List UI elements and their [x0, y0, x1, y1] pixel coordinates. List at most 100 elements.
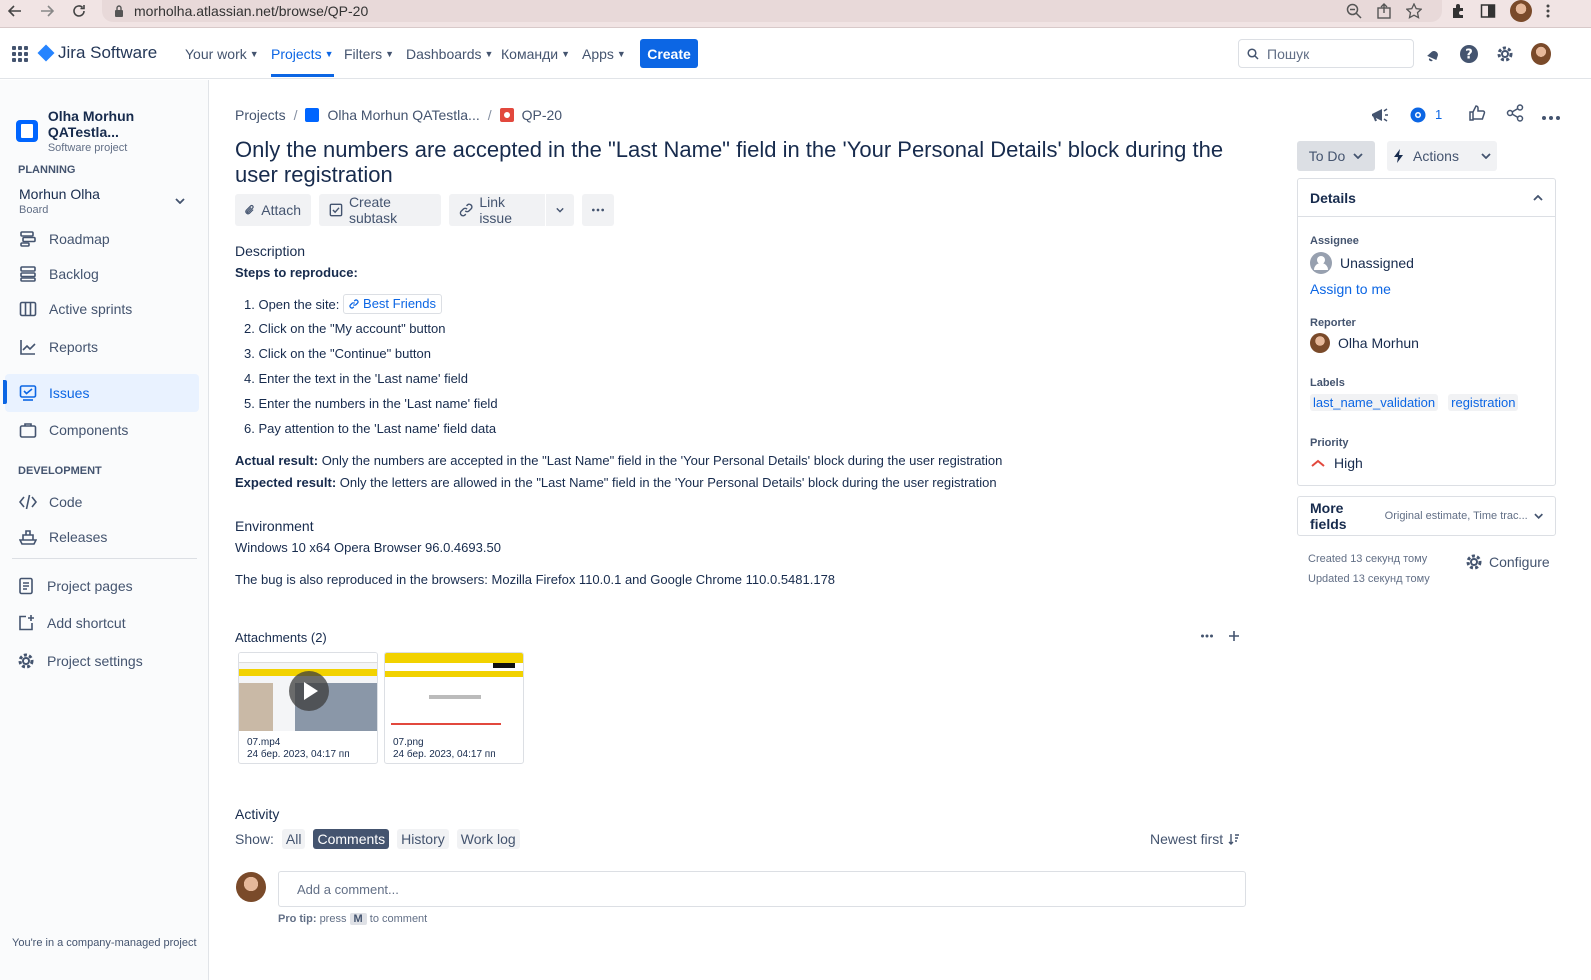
- create-subtask-button[interactable]: Create subtask: [319, 194, 441, 226]
- forward-icon[interactable]: [34, 0, 60, 22]
- svg-text:?: ?: [1465, 48, 1473, 63]
- notifications-icon[interactable]: [1424, 44, 1444, 64]
- chevron-down-icon: [1481, 153, 1491, 159]
- nav-apps[interactable]: Apps ▼: [582, 46, 626, 62]
- comment-input[interactable]: Add a comment...: [278, 871, 1246, 907]
- more-fields-panel[interactable]: More fields Original estimate, Time trac…: [1297, 496, 1556, 536]
- breadcrumb-project[interactable]: Olha Morhun QATestla...: [327, 107, 479, 123]
- breadcrumb-projects[interactable]: Projects: [235, 107, 286, 123]
- link-issue-button[interactable]: Link issue: [449, 194, 545, 226]
- extensions-icon[interactable]: [1450, 3, 1466, 19]
- attach-button[interactable]: Attach: [235, 194, 311, 226]
- nav-teams[interactable]: Команди ▼: [501, 46, 570, 62]
- keyboard-key: M: [349, 913, 367, 925]
- reporter-value: Olha Morhun: [1338, 335, 1419, 351]
- sidebar-item-label: Backlog: [49, 266, 99, 282]
- assign-to-me-link[interactable]: Assign to me: [1310, 281, 1391, 297]
- zoom-icon[interactable]: [1346, 3, 1362, 19]
- releases-ship-icon: [19, 530, 37, 545]
- sidebar-item-project-pages[interactable]: Project pages: [5, 568, 199, 604]
- updated-timestamp: Updated 13 секунд тому: [1308, 573, 1430, 585]
- unassigned-avatar-icon: [1310, 252, 1332, 274]
- share-page-icon[interactable]: [1376, 3, 1392, 19]
- actions-dropdown[interactable]: Actions: [1387, 141, 1497, 171]
- search-input[interactable]: Пошук: [1238, 39, 1414, 68]
- back-icon[interactable]: [2, 0, 28, 22]
- project-header[interactable]: Olha Morhun QATestla... Software project: [16, 108, 208, 154]
- priority-field[interactable]: High: [1310, 455, 1363, 471]
- attachments-more-icon[interactable]: [1201, 629, 1213, 646]
- jira-logo[interactable]: Jira Software: [37, 43, 157, 63]
- tab-work-log[interactable]: Work log: [456, 829, 520, 849]
- feedback-megaphone-icon[interactable]: [1369, 105, 1391, 125]
- watch-button[interactable]: 1: [1409, 107, 1442, 123]
- assignee-field[interactable]: Unassigned: [1310, 252, 1414, 274]
- attachment-card[interactable]: 07.png 24 бер. 2023, 04:17 пп: [384, 652, 524, 764]
- tab-comments[interactable]: Comments: [313, 829, 390, 849]
- lightning-icon: [1394, 149, 1404, 163]
- sidebar-item-releases[interactable]: Releases: [5, 519, 199, 555]
- status-dropdown[interactable]: To Do: [1297, 141, 1375, 171]
- video-thumbnail: [239, 653, 377, 731]
- protip-label: Pro tip:: [278, 913, 317, 925]
- sidebar-item-backlog[interactable]: Backlog: [5, 256, 199, 292]
- more-fields-hint: Original estimate, Time trac...: [1384, 510, 1528, 522]
- sidebar-item-roadmap[interactable]: Roadmap: [5, 221, 199, 257]
- create-button[interactable]: Create: [640, 39, 698, 68]
- tab-all[interactable]: All: [281, 829, 306, 849]
- label-chip[interactable]: last_name_validation: [1310, 394, 1439, 411]
- configure-button[interactable]: Configure: [1465, 553, 1550, 571]
- browser-menu-icon[interactable]: [1546, 3, 1550, 19]
- label-chip[interactable]: registration: [1448, 394, 1519, 411]
- attachment-name: 07.mp4: [247, 737, 281, 748]
- sort-order-button[interactable]: Newest first: [1150, 831, 1240, 847]
- sidebar-item-active-sprints[interactable]: Active sprints: [5, 291, 199, 327]
- more-actions-button[interactable]: [582, 194, 614, 226]
- user-avatar[interactable]: [1531, 43, 1551, 65]
- breadcrumb-issue-key[interactable]: QP-20: [522, 107, 562, 123]
- chevron-down-icon: ▼: [484, 49, 494, 59]
- more-horizontal-icon[interactable]: [1542, 107, 1561, 123]
- share-icon[interactable]: [1506, 104, 1524, 125]
- settings-gear-icon[interactable]: [1495, 44, 1515, 64]
- sidebar-item-code[interactable]: Code: [5, 484, 199, 520]
- list-item: 6. Pay attention to the 'Last name' fiel…: [244, 421, 497, 436]
- sort-label: Newest first: [1150, 831, 1224, 847]
- nav-filters[interactable]: Filters ▼: [344, 46, 394, 62]
- nav-projects[interactable]: Projects ▼: [271, 46, 334, 77]
- best-friends-link[interactable]: Best Friends: [343, 294, 443, 314]
- board-selector[interactable]: Morhun Olha Board: [5, 182, 197, 224]
- nav-your-work[interactable]: Your work ▼: [185, 46, 259, 62]
- tab-history[interactable]: History: [397, 829, 449, 849]
- chevron-down-icon: ▼: [616, 49, 626, 59]
- breadcrumb-separator: /: [487, 107, 492, 123]
- thumbs-up-icon[interactable]: [1468, 104, 1486, 125]
- labels-field[interactable]: last_name_validation registration: [1310, 394, 1519, 411]
- sidebar-item-components[interactable]: Components: [5, 412, 199, 448]
- attachment-card[interactable]: 07.mp4 24 бер. 2023, 04:17 пп: [238, 652, 378, 764]
- add-attachment-icon[interactable]: [1228, 629, 1240, 645]
- help-icon[interactable]: ?: [1459, 44, 1479, 64]
- link-issue-dropdown[interactable]: [546, 194, 574, 226]
- reload-icon[interactable]: [66, 0, 92, 22]
- side-panel-icon[interactable]: [1480, 3, 1496, 19]
- create-subtask-label: Create subtask: [348, 194, 398, 226]
- details-header[interactable]: Details: [1298, 179, 1555, 217]
- sidebar-item-project-settings[interactable]: Project settings: [5, 643, 199, 679]
- sidebar-item-label: Project pages: [47, 578, 133, 594]
- sidebar-item-issues[interactable]: Issues: [3, 374, 199, 412]
- reporter-field[interactable]: Olha Morhun: [1310, 333, 1419, 353]
- app-switcher-icon[interactable]: [12, 46, 28, 62]
- sidebar-item-add-shortcut[interactable]: Add shortcut: [5, 605, 199, 641]
- attachments-heading: Attachments (2): [235, 630, 327, 645]
- issue-title[interactable]: Only the numbers are accepted in the "La…: [235, 137, 1255, 187]
- link-label: Best Friends: [363, 296, 437, 311]
- sidebar-item-reports[interactable]: Reports: [5, 329, 199, 365]
- nav-dashboards[interactable]: Dashboards ▼: [406, 46, 493, 62]
- address-bar[interactable]: morholha.atlassian.net/browse/QP-20: [102, 0, 1442, 22]
- browser-profile-avatar[interactable]: [1510, 0, 1532, 22]
- details-panel: Details Assignee Unassigned Assign to me…: [1297, 178, 1556, 486]
- priority-label: Priority: [1310, 437, 1349, 449]
- link-icon: [349, 299, 359, 309]
- bookmark-star-icon[interactable]: [1406, 3, 1422, 19]
